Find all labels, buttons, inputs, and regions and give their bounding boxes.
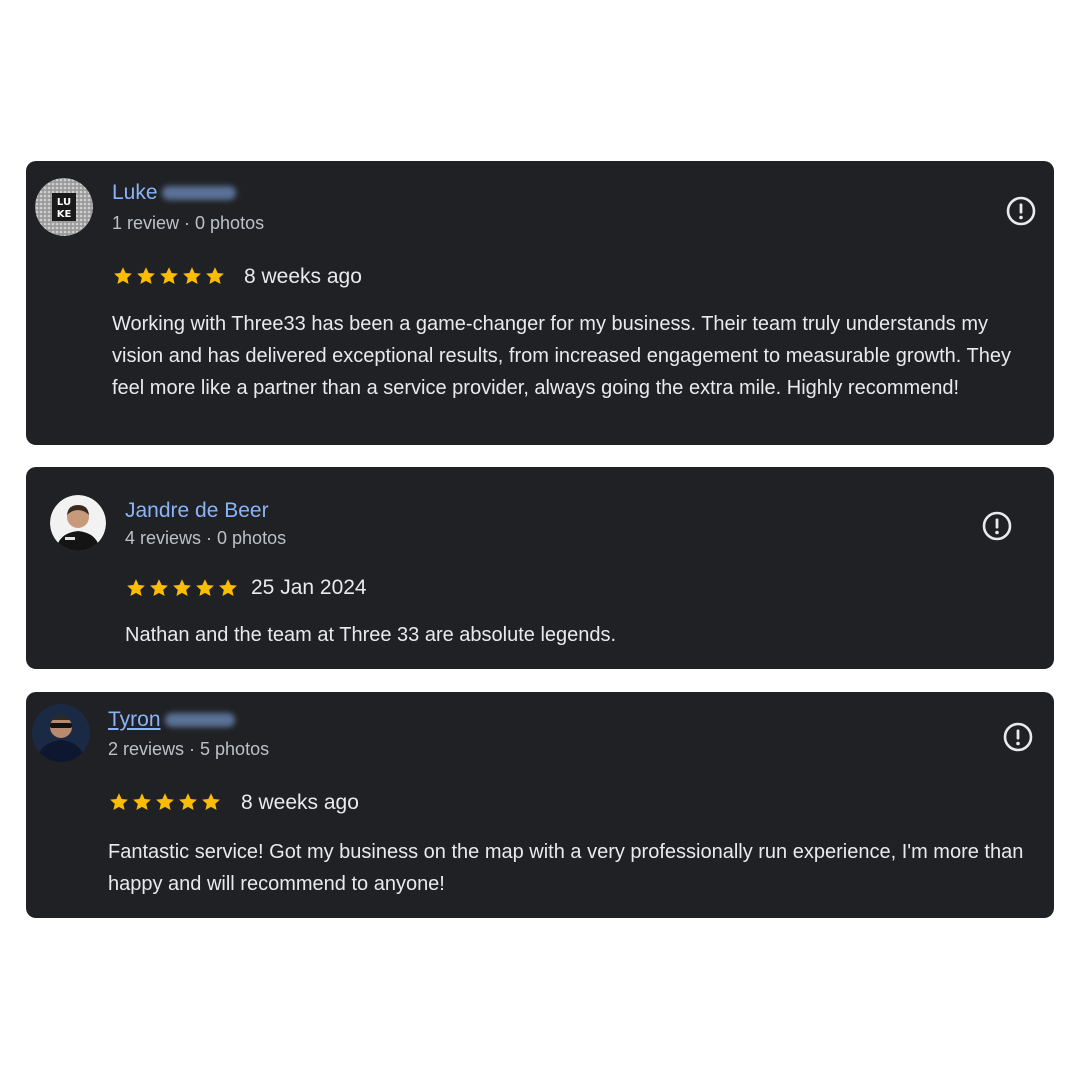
star-icon — [156, 793, 174, 810]
star-icon — [150, 579, 168, 596]
avatar[interactable]: LU KE — [35, 178, 93, 236]
reviewer-name[interactable]: Luke — [112, 181, 236, 205]
report-icon[interactable] — [981, 510, 1013, 542]
star-icon — [196, 579, 214, 596]
review-text: Fantastic service! Got my business on th… — [108, 841, 1024, 895]
avatar[interactable] — [50, 495, 106, 551]
reviewer-name-text[interactable]: Tyron — [108, 708, 161, 731]
report-icon[interactable] — [1005, 195, 1037, 227]
redaction — [164, 713, 235, 728]
star-icon — [202, 793, 220, 810]
star-icon — [160, 267, 178, 284]
star-icon — [183, 267, 201, 284]
avatar-logo-text-bottom: KE — [57, 209, 72, 220]
star-icon — [219, 579, 237, 596]
reviewer-meta: 1 review · 0 photos — [112, 213, 265, 233]
review-date: 25 Jan 2024 — [251, 576, 367, 599]
reviewer-name-text[interactable]: Luke — [112, 181, 158, 204]
star-icon — [133, 793, 151, 810]
reviewer-meta: 4 reviews · 0 photos — [125, 528, 287, 548]
reviewer-name[interactable]: Jandre de Beer — [125, 499, 269, 523]
star-icon — [114, 267, 132, 284]
avatar[interactable] — [32, 704, 90, 762]
review-card: Tyron 2 reviews · 5 photos 8 weeks ago F… — [26, 692, 1054, 918]
review-card: LU KE Luke 1 review · 0 photos 8 weeks a… — [26, 161, 1054, 445]
reviewer-meta: 2 reviews · 5 photos — [108, 739, 270, 759]
review-date: 8 weeks ago — [241, 791, 359, 814]
review-text: Nathan and the team at Three 33 are abso… — [125, 624, 617, 646]
star-icon — [137, 267, 155, 284]
star-icon — [179, 793, 197, 810]
star-icon — [110, 793, 128, 810]
review-text: Working with Three33 has been a game-cha… — [112, 313, 1012, 399]
review-card: Jandre de Beer 4 reviews · 0 photos 25 J… — [26, 467, 1054, 669]
review-date: 8 weeks ago — [244, 265, 362, 288]
star-icon — [127, 579, 145, 596]
star-icon — [173, 579, 191, 596]
star-icon — [206, 267, 224, 284]
reviewer-name[interactable]: Tyron — [108, 708, 235, 732]
star-rating — [112, 265, 226, 287]
redaction — [161, 186, 236, 201]
report-icon[interactable] — [1002, 721, 1034, 753]
star-rating — [108, 791, 222, 813]
avatar-logo-text-top: LU — [57, 197, 71, 208]
star-rating — [125, 577, 239, 599]
